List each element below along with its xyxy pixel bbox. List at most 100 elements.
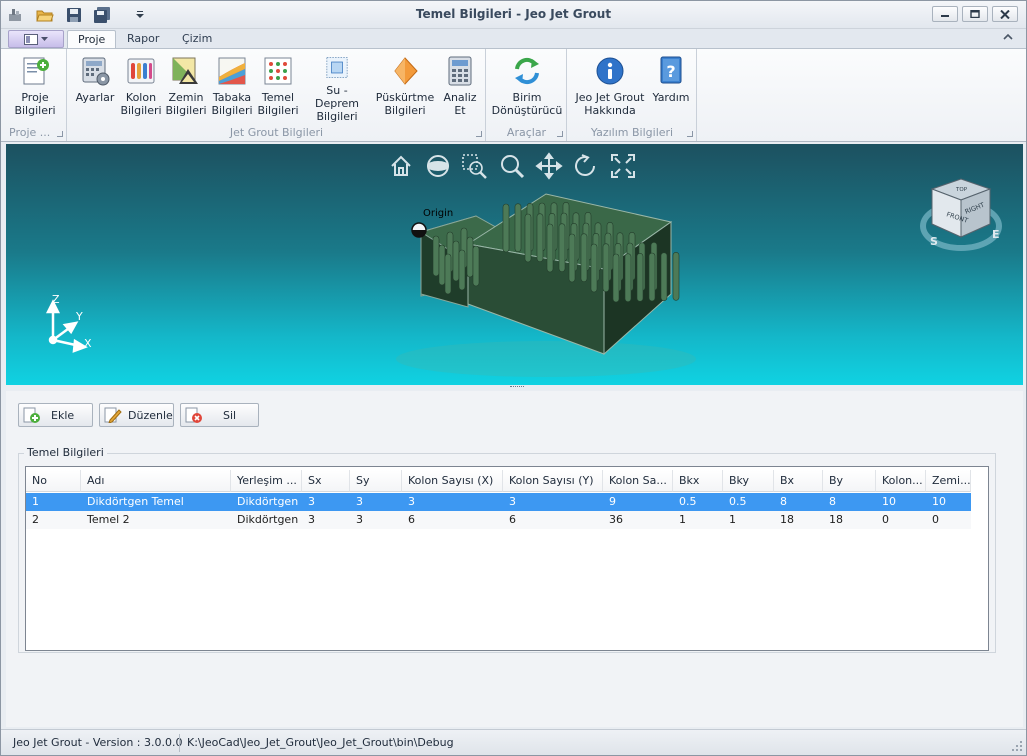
table-cell[interactable]: 3 <box>302 493 350 511</box>
fit-extents-icon[interactable] <box>611 154 635 178</box>
su-deprem-bilgileri-label: Su - Deprem Bilgileri <box>315 84 359 123</box>
table-cell[interactable]: 3 <box>350 493 402 511</box>
table-row[interactable]: 1 Dikdörtgen Temel Dikdörtgen 3 3 3 3 9 0.5 0.5 8 8… <box>26 493 971 511</box>
table-cell[interactable]: 1 <box>673 511 723 529</box>
table-cell[interactable]: 6 <box>402 511 503 529</box>
ribbon: Proje Bilgileri Proje ... Ayarlar Kolon … <box>1 48 1026 142</box>
jet-grout-column <box>514 203 522 252</box>
maximize-icon <box>970 10 980 18</box>
column-header[interactable]: No <box>26 470 81 492</box>
foundation-groupbox: Temel Bilgileri No Adı Yerleşim ... Sx Sy Kol… <box>18 446 996 653</box>
foundation-info-icon <box>264 57 292 85</box>
table-cell[interactable]: 1 <box>723 511 774 529</box>
origin-marker[interactable] <box>411 222 427 238</box>
pan-icon[interactable] <box>535 152 563 180</box>
table-cell[interactable]: Dikdörtgen <box>231 511 302 529</box>
proje-bilgileri-button[interactable]: Proje Bilgileri <box>7 53 63 123</box>
yardim-button[interactable]: ? Yardım <box>650 53 692 123</box>
table-cell[interactable]: 18 <box>823 511 876 529</box>
3d-viewport[interactable]: Origin Z Y X FRONT RIGHT TOP S E <box>6 144 1023 385</box>
view-cube-top[interactable]: TOP <box>955 187 968 193</box>
zoom-icon[interactable] <box>501 155 525 179</box>
table-cell[interactable]: 6 <box>503 511 603 529</box>
table-cell[interactable]: 0 <box>926 511 971 529</box>
delete-button[interactable]: Sil <box>180 403 259 427</box>
table-cell[interactable]: 3 <box>503 493 603 511</box>
table-cell[interactable]: 10 <box>926 493 971 511</box>
tabaka-bilgileri-button[interactable]: Tabaka Bilgileri <box>211 53 253 123</box>
group-launcher-icon[interactable] <box>476 131 482 137</box>
zoom-window-icon[interactable] <box>462 154 487 179</box>
column-header[interactable]: Kolon Sayısı (X) <box>402 470 503 492</box>
table-cell[interactable]: 9 <box>603 493 673 511</box>
table-cell[interactable]: 0.5 <box>723 493 774 511</box>
analiz-et-button[interactable]: Analiz Et <box>438 53 482 123</box>
table-cell[interactable]: 0 <box>876 511 926 529</box>
orbit-icon[interactable] <box>427 155 449 177</box>
splitter-grip-icon <box>510 386 524 389</box>
resize-grip-icon[interactable] <box>1011 740 1023 752</box>
temel-bilgileri-button[interactable]: Temel Bilgileri <box>257 53 299 123</box>
app-menu-icon <box>24 33 38 45</box>
rotate-icon[interactable] <box>575 154 595 176</box>
puskurtme-bilgileri-button[interactable]: Püskürtme Bilgileri <box>375 53 435 123</box>
column-header[interactable]: Sy <box>350 470 402 492</box>
foundation-grid[interactable]: No Adı Yerleşim ... Sx Sy Kolon Sayısı (X) Kol… <box>25 466 989 651</box>
column-header[interactable]: Bkx <box>673 470 723 492</box>
column-header[interactable]: Bx <box>774 470 823 492</box>
table-cell[interactable]: 18 <box>774 511 823 529</box>
su-deprem-bilgileri-button[interactable]: Su - Deprem Bilgileri <box>304 53 370 123</box>
compass-s[interactable]: S <box>930 235 938 248</box>
column-header[interactable]: Bky <box>723 470 774 492</box>
table-cell[interactable]: 8 <box>774 493 823 511</box>
hakkinda-button[interactable]: Jeo Jet Grout Hakkında <box>572 53 648 123</box>
ribbon-group-jet-grout: Ayarlar Kolon Bilgileri Zemin Bilgileri <box>68 49 486 141</box>
ribbon-collapse-icon[interactable] <box>1002 32 1014 45</box>
tab-rapor[interactable]: Rapor <box>117 30 169 50</box>
table-cell[interactable]: 2 <box>26 511 81 529</box>
group-launcher-icon[interactable] <box>57 131 63 137</box>
table-cell[interactable]: 3 <box>302 511 350 529</box>
table-cell[interactable]: 3 <box>350 511 402 529</box>
application-menu-button[interactable] <box>8 30 64 48</box>
tab-cizim[interactable]: Çizim <box>172 30 222 50</box>
table-cell[interactable]: 1 <box>26 493 81 511</box>
column-header[interactable]: By <box>823 470 876 492</box>
close-button[interactable] <box>992 6 1018 22</box>
view-cube[interactable]: FRONT RIGHT TOP S E <box>920 178 1002 251</box>
column-header[interactable]: Yerleşim ... <box>231 470 302 492</box>
birim-donusturucu-button[interactable]: Birim Dönüştürücü <box>491 53 563 123</box>
column-header[interactable]: Sx <box>302 470 350 492</box>
table-cell[interactable]: 8 <box>823 493 876 511</box>
column-header[interactable]: Adı <box>81 470 231 492</box>
group-launcher-icon[interactable] <box>687 131 693 137</box>
column-header[interactable]: Kolon Sa... <box>603 470 673 492</box>
table-cell[interactable]: Dikdörtgen Temel <box>81 493 231 511</box>
jet-grout-column <box>648 252 656 302</box>
table-row[interactable]: 2 Temel 2 Dikdörtgen 3 3 6 6 36 1 1 18 18 0 0 <box>26 511 971 529</box>
table-cell[interactable]: 3 <box>402 493 503 511</box>
table-cell[interactable]: Dikdörtgen <box>231 493 302 511</box>
column-header[interactable]: Kolon... <box>876 470 926 492</box>
minimize-button[interactable] <box>932 6 958 22</box>
compass-e[interactable]: E <box>992 228 1000 241</box>
maximize-button[interactable] <box>962 6 988 22</box>
table-cell[interactable]: 10 <box>876 493 926 511</box>
edit-button[interactable]: Düzenle <box>99 403 174 427</box>
group-launcher-icon[interactable] <box>557 131 563 137</box>
table-cell[interactable]: Temel 2 <box>81 511 231 529</box>
jet-grout-column <box>444 253 452 295</box>
table-cell[interactable]: 36 <box>603 511 673 529</box>
home-icon[interactable] <box>391 155 411 176</box>
minimize-icon <box>941 15 949 17</box>
kolon-bilgileri-button[interactable]: Kolon Bilgileri <box>120 53 162 123</box>
zemin-bilgileri-label: Zemin Bilgileri <box>165 91 207 117</box>
zemin-bilgileri-button[interactable]: Zemin Bilgileri <box>165 53 207 123</box>
table-cell[interactable]: 0.5 <box>673 493 723 511</box>
ayarlar-button[interactable]: Ayarlar <box>74 53 116 123</box>
tab-proje[interactable]: Proje <box>67 30 117 50</box>
axis-label-x: X <box>84 337 92 350</box>
column-header[interactable]: Zemi... <box>926 470 971 492</box>
add-button[interactable]: Ekle <box>18 403 93 427</box>
column-header[interactable]: Kolon Sayısı (Y) <box>503 470 603 492</box>
